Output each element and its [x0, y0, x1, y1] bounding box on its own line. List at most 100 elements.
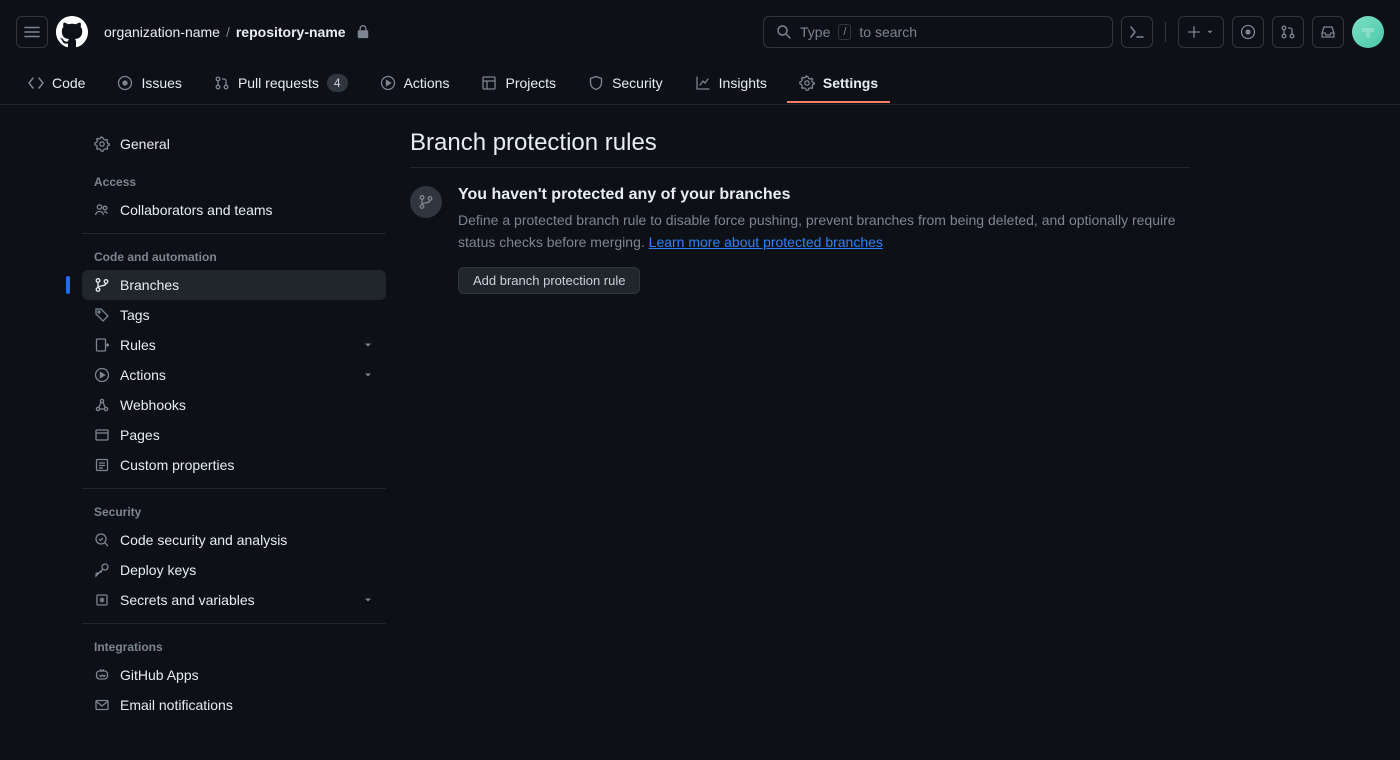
- plus-icon: [1187, 25, 1201, 39]
- org-link[interactable]: organization-name: [104, 24, 220, 40]
- note-icon: [94, 457, 110, 473]
- three-bars-icon: [24, 24, 40, 40]
- search-placeholder-pre: Type: [800, 24, 830, 40]
- sidebar-item-label: Actions: [120, 367, 166, 383]
- sidebar-item-rules[interactable]: Rules: [82, 330, 386, 360]
- tab-pull-requests[interactable]: Pull requests 4: [202, 64, 360, 104]
- command-palette-icon: [1129, 24, 1145, 40]
- repo-link[interactable]: repository-name: [236, 24, 346, 40]
- pulls-count: 4: [327, 74, 348, 92]
- git-branch-icon: [94, 277, 110, 293]
- command-palette-button[interactable]: [1121, 16, 1153, 48]
- webhook-icon: [94, 397, 110, 413]
- add-branch-protection-rule-button[interactable]: Add branch protection rule: [458, 267, 640, 294]
- sidebar-item-actions[interactable]: Actions: [82, 360, 386, 390]
- sidebar-item-general[interactable]: General: [82, 129, 386, 159]
- key-icon: [94, 562, 110, 578]
- sidebar-item-pages[interactable]: Pages: [82, 420, 386, 450]
- sidebar-item-custom-properties[interactable]: Custom properties: [82, 450, 386, 480]
- sidebar-item-email-notifications[interactable]: Email notifications: [82, 690, 386, 720]
- sidebar-item-label: General: [120, 136, 170, 152]
- key-asterisk-icon: [94, 592, 110, 608]
- tab-issues-label: Issues: [141, 75, 181, 91]
- tab-code[interactable]: Code: [16, 65, 97, 103]
- hubot-icon: [94, 667, 110, 683]
- tab-insights-label: Insights: [719, 75, 767, 91]
- sidebar-heading-access: Access: [82, 159, 386, 195]
- triangle-down-icon: [1205, 27, 1215, 37]
- table-icon: [481, 75, 497, 91]
- repo-push-icon: [94, 337, 110, 353]
- sidebar-item-label: Tags: [120, 307, 150, 323]
- sidebar-item-deploy-keys[interactable]: Deploy keys: [82, 555, 386, 585]
- git-pull-request-icon: [214, 75, 230, 91]
- main-content: Branch protection rules You haven't prot…: [410, 129, 1190, 720]
- sidebar-item-label: Collaborators and teams: [120, 202, 273, 218]
- sidebar-item-label: GitHub Apps: [120, 667, 199, 683]
- hamburger-menu[interactable]: [16, 16, 48, 48]
- sidebar-item-label: Rules: [120, 337, 156, 353]
- graph-icon: [695, 75, 711, 91]
- tab-actions-label: Actions: [404, 75, 450, 91]
- mark-github-icon: [56, 16, 88, 48]
- tab-pulls-label: Pull requests: [238, 75, 319, 91]
- search-input[interactable]: Type / to search: [763, 16, 1113, 48]
- settings-sidebar: General Access Collaborators and teams C…: [82, 129, 386, 720]
- sidebar-heading-code: Code and automation: [82, 234, 386, 270]
- people-icon: [94, 202, 110, 218]
- tab-security-label: Security: [612, 75, 663, 91]
- tab-settings-label: Settings: [823, 75, 878, 91]
- issue-opened-icon: [1240, 24, 1256, 40]
- gear-icon: [799, 75, 815, 91]
- sidebar-heading-integrations: Integrations: [82, 624, 386, 660]
- tab-issues[interactable]: Issues: [105, 65, 193, 103]
- page-title: Branch protection rules: [410, 129, 1190, 168]
- sidebar-item-tags[interactable]: Tags: [82, 300, 386, 330]
- chevron-down-icon: [362, 369, 374, 381]
- sidebar-item-label: Email notifications: [120, 697, 233, 713]
- user-avatar[interactable]: [1352, 16, 1384, 48]
- notifications-button[interactable]: [1312, 16, 1344, 48]
- tab-settings[interactable]: Settings: [787, 65, 890, 103]
- create-new-button[interactable]: [1178, 16, 1224, 48]
- divider: [1165, 22, 1166, 42]
- mail-icon: [94, 697, 110, 713]
- search-placeholder-post: to search: [859, 24, 917, 40]
- sidebar-item-github-apps[interactable]: GitHub Apps: [82, 660, 386, 690]
- pull-requests-button[interactable]: [1272, 16, 1304, 48]
- sidebar-item-label: Deploy keys: [120, 562, 196, 578]
- tab-actions[interactable]: Actions: [368, 65, 462, 103]
- gear-icon: [94, 136, 110, 152]
- git-branch-icon: [410, 186, 442, 218]
- sidebar-item-secrets[interactable]: Secrets and variables: [82, 585, 386, 615]
- sidebar-item-collaborators[interactable]: Collaborators and teams: [82, 195, 386, 225]
- sidebar-item-webhooks[interactable]: Webhooks: [82, 390, 386, 420]
- learn-more-link[interactable]: Learn more about protected branches: [649, 234, 883, 250]
- github-logo[interactable]: [56, 16, 88, 48]
- sidebar-item-label: Secrets and variables: [120, 592, 255, 608]
- shield-icon: [588, 75, 604, 91]
- blankslate-description: Define a protected branch rule to disabl…: [458, 210, 1190, 253]
- inbox-icon: [1320, 24, 1336, 40]
- sidebar-item-label: Custom properties: [120, 457, 234, 473]
- tab-security[interactable]: Security: [576, 65, 675, 103]
- chevron-down-icon: [362, 339, 374, 351]
- code-icon: [28, 75, 44, 91]
- sidebar-item-label: Webhooks: [120, 397, 186, 413]
- play-icon: [380, 75, 396, 91]
- play-icon: [94, 367, 110, 383]
- breadcrumb: organization-name / repository-name: [104, 24, 370, 40]
- codescan-icon: [94, 532, 110, 548]
- sidebar-heading-security: Security: [82, 489, 386, 525]
- blankslate: You haven't protected any of your branch…: [410, 186, 1190, 294]
- tab-projects[interactable]: Projects: [469, 65, 568, 103]
- search-kbd: /: [838, 24, 851, 40]
- search-icon: [776, 24, 792, 40]
- tab-insights[interactable]: Insights: [683, 65, 779, 103]
- lock-icon: [356, 25, 370, 39]
- sidebar-item-branches[interactable]: Branches: [82, 270, 386, 300]
- chevron-down-icon: [362, 594, 374, 606]
- breadcrumb-separator: /: [226, 24, 230, 40]
- issues-button[interactable]: [1232, 16, 1264, 48]
- sidebar-item-code-security[interactable]: Code security and analysis: [82, 525, 386, 555]
